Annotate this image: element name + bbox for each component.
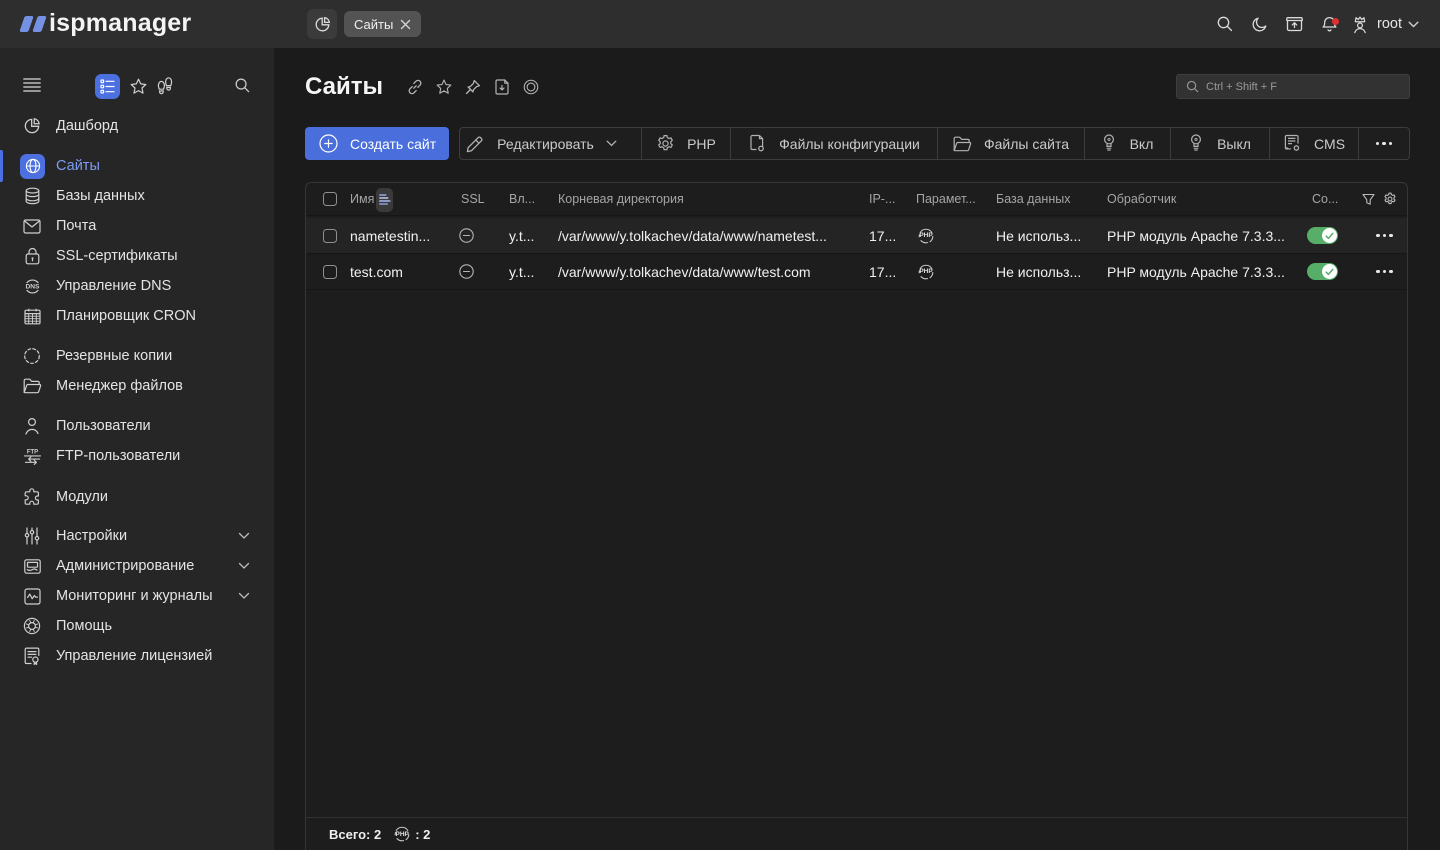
- svg-text:FTP: FTP: [26, 449, 37, 455]
- svg-text:DNS: DNS: [25, 283, 40, 290]
